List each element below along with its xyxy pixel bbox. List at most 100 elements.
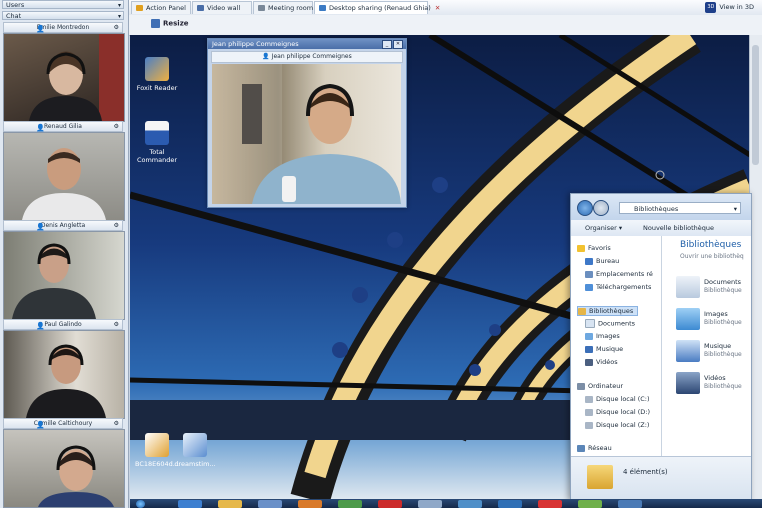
- library-name: Images: [704, 310, 728, 318]
- firefox-taskbar-icon[interactable]: [298, 500, 322, 508]
- video-wall-icon: [197, 5, 204, 11]
- nav-libraries[interactable]: Bibliothèques: [577, 306, 639, 316]
- chat-header[interactable]: Chat ▾: [2, 11, 124, 20]
- nav-item[interactable]: Disque local (D:): [585, 408, 650, 416]
- windows-explorer-window[interactable]: Bibliothèques ▾ Organiser ▾ Nouvelle bib…: [570, 193, 752, 501]
- participant-video-feed[interactable]: [3, 330, 125, 419]
- forward-arrow-icon[interactable]: [593, 200, 609, 216]
- tab-desktop-sharing[interactable]: Desktop sharing (Renaud Ghia) ✕: [314, 1, 440, 14]
- person-silhouette: [22, 148, 106, 220]
- meeting-room-icon: [258, 5, 265, 11]
- participant-name-bar: 👤 Camille Caltichoury ⚙: [3, 418, 123, 429]
- explorer-taskbar-icon[interactable]: [218, 500, 242, 508]
- desktop-sharing-icon: [319, 5, 326, 11]
- desktop-sharing-toolbar: Resize: [129, 15, 762, 36]
- desktop-icon-total-commander[interactable]: Total Commander: [130, 121, 184, 164]
- close-icon[interactable]: ✕: [435, 2, 440, 15]
- chevron-down-icon[interactable]: ▾: [118, 1, 121, 10]
- participant-video-feed[interactable]: [3, 132, 125, 221]
- explorer-content-pane: Bibliothèques Ouvrir une bibliothèq Docu…: [662, 236, 751, 456]
- participant-video-feed[interactable]: [3, 231, 125, 320]
- settings-icon[interactable]: ⚙: [114, 221, 119, 231]
- minimize-icon[interactable]: _: [382, 40, 392, 49]
- nav-item[interactable]: Documents: [585, 319, 635, 328]
- back-arrow-icon[interactable]: [577, 200, 593, 216]
- nav-item[interactable]: Images: [585, 332, 620, 340]
- nav-label: Vidéos: [596, 358, 618, 366]
- nav-item[interactable]: Disque local (Z:): [585, 421, 649, 429]
- computer-icon: [577, 382, 585, 390]
- participant-name: Denis Angletta: [40, 222, 86, 229]
- chat-label: Chat: [6, 12, 22, 20]
- desktop-icon-dreamstime[interactable]: dreamstim...: [168, 433, 222, 468]
- participant-video-feed[interactable]: [212, 64, 401, 204]
- document-file-icon: [145, 433, 169, 457]
- settings-icon[interactable]: ⚙: [114, 320, 119, 330]
- tab-meeting-room[interactable]: Meeting room: [253, 1, 313, 14]
- start-button-icon[interactable]: [136, 500, 145, 508]
- explorer-command-bar: Organiser ▾ Nouvelle bibliothèque: [571, 220, 751, 237]
- library-folder-icon: [587, 465, 613, 489]
- settings-icon[interactable]: ⚙: [114, 122, 119, 132]
- nav-network[interactable]: Réseau: [577, 444, 612, 452]
- app-taskbar-icon[interactable]: [418, 500, 442, 508]
- organize-button[interactable]: Organiser ▾: [585, 220, 622, 236]
- person-silhouette: [212, 64, 401, 204]
- participants-panel: Users ▾ Chat ▾ 👤 Emilie Montredon ⚙ 👤 Re…: [0, 0, 129, 508]
- nav-item[interactable]: Vidéos: [585, 358, 618, 366]
- desktop-icon-foxit-reader[interactable]: Foxit Reader: [130, 57, 184, 92]
- view-in-3d-label: View in 3D: [719, 3, 754, 11]
- video-window-titlebar[interactable]: Jean philippe Commeignes _ ✕: [208, 39, 406, 49]
- app-taskbar-icon[interactable]: [378, 500, 402, 508]
- app-taskbar-icon[interactable]: [578, 500, 602, 508]
- chevron-down-icon[interactable]: ▾: [118, 12, 121, 21]
- nav-item[interactable]: Téléchargements: [585, 283, 651, 291]
- explorer-navigation-pane: Favoris Bureau Emplacements ré Télécharg…: [571, 236, 662, 456]
- action-panel-icon: [136, 5, 143, 11]
- documents-library-icon: [676, 276, 700, 298]
- view-in-3d-button[interactable]: 3D View in 3D: [705, 1, 754, 14]
- network-icon: [577, 444, 585, 452]
- media-taskbar-icon[interactable]: [258, 500, 282, 508]
- app-taskbar-icon[interactable]: [458, 500, 482, 508]
- participant-name: Paul Galindo: [44, 321, 82, 328]
- close-icon[interactable]: ✕: [393, 40, 403, 49]
- nav-item[interactable]: Emplacements ré: [585, 270, 653, 278]
- nav-favorites[interactable]: Favoris: [577, 244, 611, 252]
- tab-bar: Action Panel Video wall Meeting room Des…: [129, 0, 762, 16]
- app-taskbar-icon[interactable]: [538, 500, 562, 508]
- tab-video-wall[interactable]: Video wall: [192, 1, 252, 14]
- organize-label: Organiser: [585, 224, 617, 232]
- new-library-button[interactable]: Nouvelle bibliothèque: [643, 220, 714, 236]
- tab-label: Meeting room: [268, 4, 314, 12]
- scrollbar-thumb[interactable]: [752, 45, 759, 165]
- library-type: Bibliothèque: [704, 319, 742, 326]
- participant-video-feed[interactable]: [3, 429, 125, 508]
- nav-label: Emplacements ré: [596, 270, 653, 278]
- desktop-icon-label: Foxit Reader: [136, 84, 178, 92]
- nav-label: Disque local (C:): [596, 395, 650, 403]
- participant-video-feed[interactable]: [3, 33, 125, 122]
- app-taskbar-icon[interactable]: [498, 500, 522, 508]
- video-window[interactable]: Jean philippe Commeignes _ ✕ 👤 Jean phil…: [207, 38, 407, 208]
- resize-button[interactable]: Resize: [151, 19, 189, 28]
- app-taskbar-icon[interactable]: [618, 500, 642, 508]
- videos-library-icon: [676, 372, 700, 394]
- participant-name-bar: 👤 Renaud Gilia ⚙: [3, 121, 123, 132]
- nav-item[interactable]: Musique: [585, 345, 623, 353]
- participant-name-bar: 👤 Emilie Montredon ⚙: [3, 22, 123, 33]
- nav-item[interactable]: Disque local (C:): [585, 395, 650, 403]
- nav-computer[interactable]: Ordinateur: [577, 382, 623, 390]
- address-path[interactable]: Bibliothèques ▾: [619, 202, 741, 214]
- chevron-down-icon[interactable]: ▾: [734, 203, 737, 215]
- app-taskbar-icon[interactable]: [338, 500, 362, 508]
- nav-item[interactable]: Bureau: [585, 257, 619, 265]
- settings-icon[interactable]: ⚙: [114, 23, 119, 33]
- resize-icon: [151, 19, 160, 28]
- users-header[interactable]: Users ▾: [2, 0, 124, 9]
- tab-action-panel[interactable]: Action Panel: [131, 1, 191, 14]
- nav-label: Disque local (D:): [596, 408, 650, 416]
- breadcrumb: Bibliothèques: [634, 205, 679, 213]
- settings-icon[interactable]: ⚙: [114, 419, 119, 429]
- ie-taskbar-icon[interactable]: [178, 500, 202, 508]
